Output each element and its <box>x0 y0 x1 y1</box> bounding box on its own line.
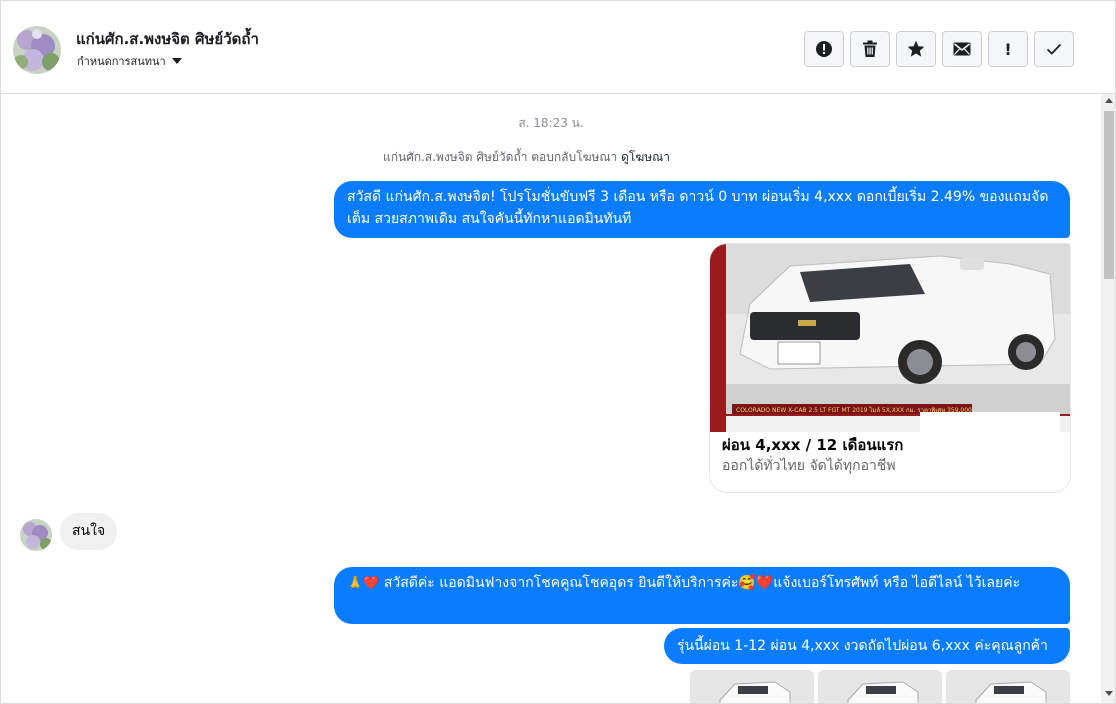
contact-avatar-small <box>20 519 52 551</box>
outgoing-message: สวัสดี แก่นศัก.ส.พงษจิต! โปรโมชั่นขับฟรี… <box>334 181 1070 238</box>
contact-name[interactable]: แก่นศัก.ส.พงษจิต ศิษย์วัดถ้ำ <box>76 27 259 51</box>
trash-icon <box>863 40 877 57</box>
assign-conversation-label: กำหนดการสนทนา <box>77 55 166 68</box>
message-timestamp: ส. 18:23 น. <box>518 116 584 130</box>
conversation-toolbar: ! <box>804 31 1074 67</box>
conversation-header: แก่นศัก.ส.พงษจิต ศิษย์วัดถ้ำ กำหนดการสนท… <box>1 1 1115 94</box>
exclamation-circle-icon <box>816 41 832 57</box>
check-icon <box>1046 43 1062 55</box>
scrollbar-thumb[interactable] <box>1104 111 1114 279</box>
caret-down-icon <box>171 58 182 64</box>
follow-up-button[interactable] <box>896 31 936 67</box>
ad-card-title: ผ่อน 4,xxx / 12 เดือนแรก <box>722 436 904 454</box>
delete-button[interactable] <box>850 31 890 67</box>
gallery-image[interactable] <box>818 670 942 703</box>
outgoing-message: รุ่นนี้ผ่อน 1-12 ผ่อน 4,xxx งวดถัดไปผ่อน… <box>664 628 1070 664</box>
incoming-message: สนใจ <box>60 513 118 550</box>
ad-card[interactable]: COLORADO NEW X-CAB 2.5 LT FGT MT 2019 ไม… <box>709 243 1071 493</box>
ad-reply-text: แก่นศัก.ส.พงษจิต ศิษย์วัดถ้ำ ตอบกลับโฆษณ… <box>383 150 618 164</box>
exclamation-icon: ! <box>1004 39 1012 59</box>
outgoing-message-text: สวัสดีค่ะ แอดมินฟางจากโชคคูณโชคอุดร ยินด… <box>383 575 1021 591</box>
mark-unread-button[interactable] <box>942 31 982 67</box>
ad-card-subtitle: ออกได้ทั่วไทย จัดได้ทุกอาชีพ <box>722 458 896 474</box>
gallery-image[interactable] <box>690 670 814 703</box>
star-icon <box>907 40 925 57</box>
view-ad-link[interactable]: ดูโฆษณา <box>621 150 670 164</box>
outgoing-message: 🙏❤️ สวัสดีค่ะ แอดมินฟางจากโชคคูณโชคอุดร … <box>334 567 1070 624</box>
ad-reply-notice: แก่นศัก.ส.พงษจิต ศิษย์วัดถ้ำ ตอบกลับโฆษณ… <box>383 148 670 167</box>
message-thread: ส. 18:23 น. แก่นศัก.ส.พงษจิต ศิษย์วัดถ้ำ… <box>1 94 1101 703</box>
inbox-conversation-panel: แก่นศัก.ส.พงษจิต ศิษย์วัดถ้ำ กำหนดการสนท… <box>0 0 1116 704</box>
mark-spam-button[interactable] <box>804 31 844 67</box>
scroll-down-arrow-icon[interactable] <box>1105 691 1113 696</box>
image-gallery <box>690 670 1070 703</box>
gallery-image[interactable] <box>946 670 1070 703</box>
assign-conversation-dropdown[interactable]: กำหนดการสนทนา <box>77 52 182 70</box>
ad-card-image: COLORADO NEW X-CAB 2.5 LT FGT MT 2019 ไม… <box>710 244 1070 432</box>
scroll-up-arrow-icon[interactable] <box>1105 98 1113 103</box>
pray-heart-emoji: 🙏❤️ <box>347 576 380 591</box>
important-button[interactable]: ! <box>988 31 1028 67</box>
contact-avatar[interactable] <box>13 26 61 74</box>
envelope-icon <box>953 42 971 56</box>
done-button[interactable] <box>1034 31 1074 67</box>
